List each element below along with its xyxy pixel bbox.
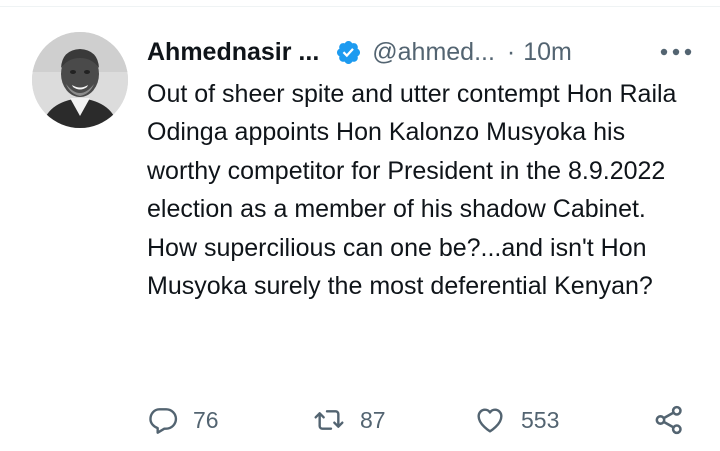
reply-count: 76 (193, 406, 219, 433)
tweet-header: Ahmednasir ... @ahmed... · 10m (147, 34, 696, 70)
tweet-actions: 76 87 553 (147, 400, 692, 440)
avatar-photo (32, 32, 128, 128)
tweet-card[interactable]: Ahmednasir ... @ahmed... · 10m Out of sh… (0, 0, 720, 451)
tweet-text: Out of sheer spite and utter contempt Ho… (147, 80, 677, 301)
retweet-button[interactable]: 87 (312, 400, 386, 440)
avatar[interactable] (32, 32, 128, 128)
heart-icon (473, 404, 507, 436)
verified-badge-icon (335, 39, 362, 66)
share-button[interactable] (652, 400, 686, 440)
author-name[interactable]: Ahmednasir ... (147, 38, 319, 67)
like-count: 553 (521, 406, 560, 433)
retweet-arrows-icon (312, 404, 346, 436)
timestamp[interactable]: 10m (523, 38, 572, 67)
more-dots-icon[interactable] (656, 34, 696, 70)
retweet-count: 87 (360, 406, 386, 433)
reply-bubble-icon (147, 404, 179, 436)
share-icon (652, 403, 686, 437)
separator-dot: · (506, 37, 516, 66)
author-handle[interactable]: @ahmed... (372, 38, 495, 67)
like-button[interactable]: 553 (473, 400, 559, 440)
reply-button[interactable]: 76 (147, 400, 219, 440)
